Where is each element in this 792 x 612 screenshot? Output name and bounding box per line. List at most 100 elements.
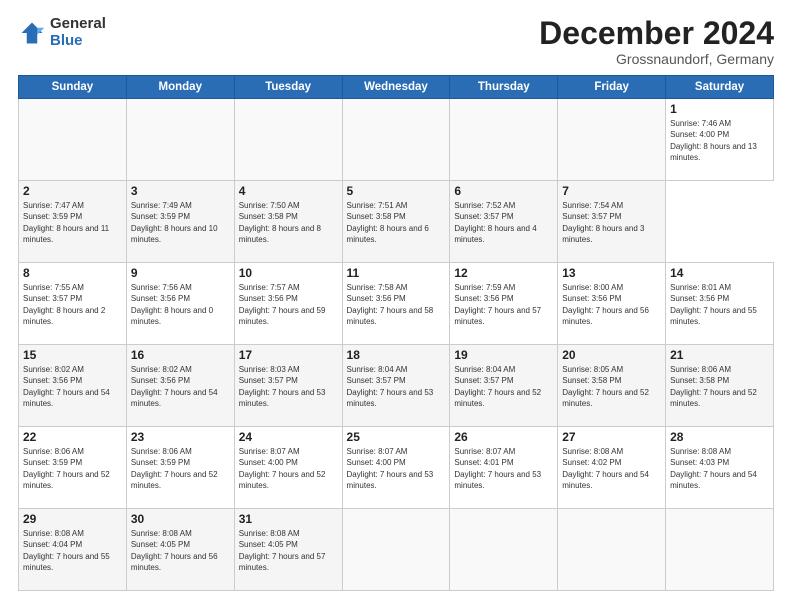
day-info: Sunrise: 8:01 AMSunset: 3:56 PMDaylight:… [670, 283, 757, 326]
day-info: Sunrise: 8:06 AMSunset: 3:58 PMDaylight:… [670, 365, 757, 408]
calendar-week-row: 15 Sunrise: 8:02 AMSunset: 3:56 PMDaylig… [19, 345, 774, 427]
day-info: Sunrise: 8:03 AMSunset: 3:57 PMDaylight:… [239, 365, 326, 408]
table-row: 2 Sunrise: 7:47 AMSunset: 3:59 PMDayligh… [19, 181, 127, 263]
day-info: Sunrise: 8:06 AMSunset: 3:59 PMDaylight:… [131, 447, 218, 490]
table-row: 29 Sunrise: 8:08 AMSunset: 4:04 PMDaylig… [19, 509, 127, 591]
day-number: 30 [131, 512, 230, 526]
day-info: Sunrise: 8:00 AMSunset: 3:56 PMDaylight:… [562, 283, 649, 326]
table-row: 25 Sunrise: 8:07 AMSunset: 4:00 PMDaylig… [342, 427, 450, 509]
day-number: 26 [454, 430, 553, 444]
day-number: 17 [239, 348, 338, 362]
table-row: 6 Sunrise: 7:52 AMSunset: 3:57 PMDayligh… [450, 181, 558, 263]
table-row: 15 Sunrise: 8:02 AMSunset: 3:56 PMDaylig… [19, 345, 127, 427]
day-info: Sunrise: 7:50 AMSunset: 3:58 PMDaylight:… [239, 201, 321, 244]
day-info: Sunrise: 8:08 AMSunset: 4:02 PMDaylight:… [562, 447, 649, 490]
table-row [234, 99, 342, 181]
day-info: Sunrise: 7:59 AMSunset: 3:56 PMDaylight:… [454, 283, 541, 326]
day-info: Sunrise: 8:02 AMSunset: 3:56 PMDaylight:… [131, 365, 218, 408]
table-row: 14 Sunrise: 8:01 AMSunset: 3:56 PMDaylig… [666, 263, 774, 345]
day-info: Sunrise: 7:52 AMSunset: 3:57 PMDaylight:… [454, 201, 536, 244]
table-row: 22 Sunrise: 8:06 AMSunset: 3:59 PMDaylig… [19, 427, 127, 509]
table-row [558, 509, 666, 591]
table-row [450, 509, 558, 591]
table-row [126, 99, 234, 181]
day-info: Sunrise: 7:54 AMSunset: 3:57 PMDaylight:… [562, 201, 644, 244]
table-row: 11 Sunrise: 7:58 AMSunset: 3:56 PMDaylig… [342, 263, 450, 345]
table-row: 31 Sunrise: 8:08 AMSunset: 4:05 PMDaylig… [234, 509, 342, 591]
day-number: 19 [454, 348, 553, 362]
header: General Blue December 2024 Grossnaundorf… [18, 16, 774, 67]
table-row: 17 Sunrise: 8:03 AMSunset: 3:57 PMDaylig… [234, 345, 342, 427]
day-number: 1 [670, 102, 769, 116]
table-row: 4 Sunrise: 7:50 AMSunset: 3:58 PMDayligh… [234, 181, 342, 263]
day-info: Sunrise: 8:04 AMSunset: 3:57 PMDaylight:… [454, 365, 541, 408]
table-row [666, 509, 774, 591]
table-row: 10 Sunrise: 7:57 AMSunset: 3:56 PMDaylig… [234, 263, 342, 345]
logo-text: General Blue [50, 16, 106, 49]
header-saturday: Saturday [666, 76, 774, 99]
day-info: Sunrise: 8:07 AMSunset: 4:01 PMDaylight:… [454, 447, 541, 490]
table-row: 28 Sunrise: 8:08 AMSunset: 4:03 PMDaylig… [666, 427, 774, 509]
day-number: 22 [23, 430, 122, 444]
calendar: Sunday Monday Tuesday Wednesday Thursday… [18, 75, 774, 591]
table-row: 13 Sunrise: 8:00 AMSunset: 3:56 PMDaylig… [558, 263, 666, 345]
calendar-week-row: 29 Sunrise: 8:08 AMSunset: 4:04 PMDaylig… [19, 509, 774, 591]
day-number: 7 [562, 184, 661, 198]
page: General Blue December 2024 Grossnaundorf… [0, 0, 792, 612]
day-number: 31 [239, 512, 338, 526]
day-number: 8 [23, 266, 122, 280]
table-row: 23 Sunrise: 8:06 AMSunset: 3:59 PMDaylig… [126, 427, 234, 509]
table-row: 18 Sunrise: 8:04 AMSunset: 3:57 PMDaylig… [342, 345, 450, 427]
day-number: 4 [239, 184, 338, 198]
day-number: 2 [23, 184, 122, 198]
day-info: Sunrise: 8:02 AMSunset: 3:56 PMDaylight:… [23, 365, 110, 408]
table-row: 1 Sunrise: 7:46 AMSunset: 4:00 PMDayligh… [666, 99, 774, 181]
day-number: 11 [347, 266, 446, 280]
calendar-week-row: 1 Sunrise: 7:46 AMSunset: 4:00 PMDayligh… [19, 99, 774, 181]
table-row: 5 Sunrise: 7:51 AMSunset: 3:58 PMDayligh… [342, 181, 450, 263]
table-row: 21 Sunrise: 8:06 AMSunset: 3:58 PMDaylig… [666, 345, 774, 427]
day-number: 9 [131, 266, 230, 280]
day-info: Sunrise: 8:04 AMSunset: 3:57 PMDaylight:… [347, 365, 434, 408]
month-title: December 2024 [539, 16, 774, 51]
day-info: Sunrise: 7:55 AMSunset: 3:57 PMDaylight:… [23, 283, 105, 326]
day-info: Sunrise: 8:07 AMSunset: 4:00 PMDaylight:… [347, 447, 434, 490]
day-info: Sunrise: 8:08 AMSunset: 4:04 PMDaylight:… [23, 529, 110, 572]
day-info: Sunrise: 7:47 AMSunset: 3:59 PMDaylight:… [23, 201, 109, 244]
title-block: December 2024 Grossnaundorf, Germany [539, 16, 774, 67]
day-number: 25 [347, 430, 446, 444]
table-row: 3 Sunrise: 7:49 AMSunset: 3:59 PMDayligh… [126, 181, 234, 263]
day-number: 24 [239, 430, 338, 444]
header-monday: Monday [126, 76, 234, 99]
table-row: 30 Sunrise: 8:08 AMSunset: 4:05 PMDaylig… [126, 509, 234, 591]
day-number: 5 [347, 184, 446, 198]
day-number: 14 [670, 266, 769, 280]
day-info: Sunrise: 7:58 AMSunset: 3:56 PMDaylight:… [347, 283, 434, 326]
day-number: 27 [562, 430, 661, 444]
header-friday: Friday [558, 76, 666, 99]
day-info: Sunrise: 7:49 AMSunset: 3:59 PMDaylight:… [131, 201, 218, 244]
table-row [450, 99, 558, 181]
table-row [558, 99, 666, 181]
location: Grossnaundorf, Germany [539, 51, 774, 67]
logo: General Blue [18, 16, 106, 49]
day-number: 13 [562, 266, 661, 280]
day-number: 23 [131, 430, 230, 444]
day-number: 20 [562, 348, 661, 362]
table-row: 8 Sunrise: 7:55 AMSunset: 3:57 PMDayligh… [19, 263, 127, 345]
table-row: 27 Sunrise: 8:08 AMSunset: 4:02 PMDaylig… [558, 427, 666, 509]
day-info: Sunrise: 8:08 AMSunset: 4:03 PMDaylight:… [670, 447, 757, 490]
header-wednesday: Wednesday [342, 76, 450, 99]
day-info: Sunrise: 7:51 AMSunset: 3:58 PMDaylight:… [347, 201, 429, 244]
header-tuesday: Tuesday [234, 76, 342, 99]
day-info: Sunrise: 8:08 AMSunset: 4:05 PMDaylight:… [239, 529, 326, 572]
day-info: Sunrise: 8:08 AMSunset: 4:05 PMDaylight:… [131, 529, 218, 572]
day-info: Sunrise: 7:46 AMSunset: 4:00 PMDaylight:… [670, 119, 757, 162]
calendar-week-row: 2 Sunrise: 7:47 AMSunset: 3:59 PMDayligh… [19, 181, 774, 263]
table-row: 20 Sunrise: 8:05 AMSunset: 3:58 PMDaylig… [558, 345, 666, 427]
logo-blue-text: Blue [50, 33, 106, 50]
day-info: Sunrise: 8:07 AMSunset: 4:00 PMDaylight:… [239, 447, 326, 490]
table-row: 7 Sunrise: 7:54 AMSunset: 3:57 PMDayligh… [558, 181, 666, 263]
day-info: Sunrise: 8:06 AMSunset: 3:59 PMDaylight:… [23, 447, 110, 490]
day-number: 29 [23, 512, 122, 526]
